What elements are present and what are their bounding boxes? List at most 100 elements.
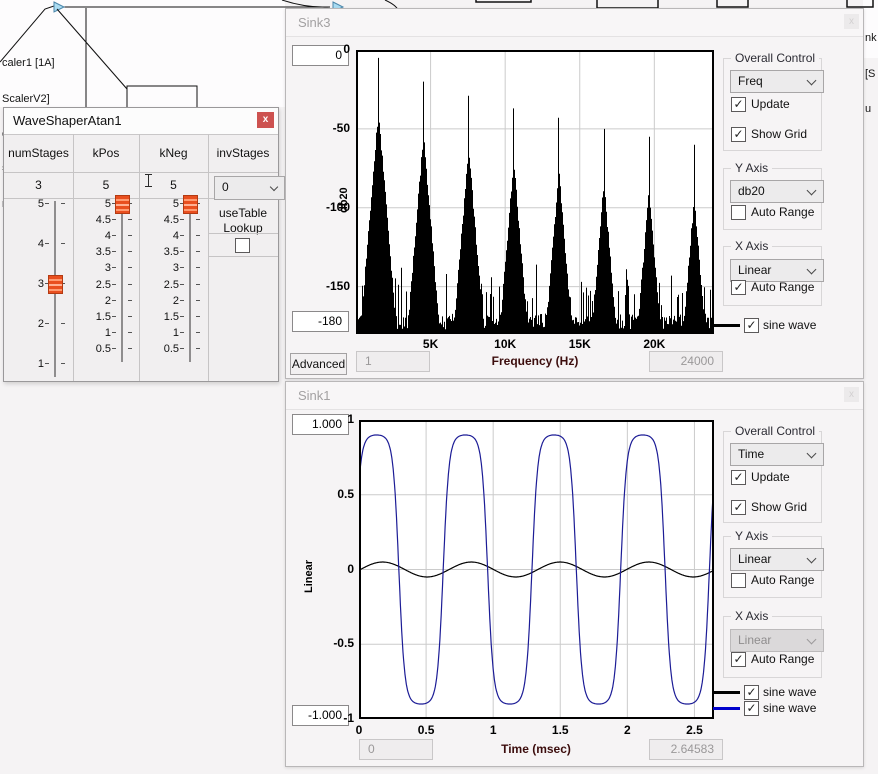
numstages-slider[interactable]: 54321 <box>4 198 73 381</box>
x-max-input[interactable]: 2.64583 <box>649 739 723 760</box>
legend-row: ✓ sine wave <box>713 318 816 332</box>
y-min-input[interactable]: -180 <box>292 311 349 332</box>
update-checkbox[interactable]: ✓ <box>731 470 746 485</box>
slider-tick: 1.5 <box>139 311 208 323</box>
x-auto-range-checkbox[interactable]: ✓ <box>731 652 746 667</box>
checkbox-label: Update <box>751 97 790 111</box>
legend-row: ✓ sine wave <box>713 701 816 715</box>
checkbox-label: Auto Range <box>751 205 814 219</box>
x-max-input[interactable]: 24000 <box>649 351 723 372</box>
y-tick-label: -150 <box>316 279 350 293</box>
chevron-down-icon <box>807 265 817 275</box>
x-tick-label: 0 <box>337 723 381 737</box>
x-axis-mode-dropdown: Linear <box>730 629 824 652</box>
slider-tick: 4 <box>73 230 139 242</box>
y-axis-mode-dropdown[interactable]: db20 <box>730 180 824 203</box>
slider-tick: 1 <box>4 358 73 370</box>
legend-label: sine wave <box>763 685 816 699</box>
slider-tick: 2.5 <box>73 279 139 291</box>
waveshaper-panel: WaveShaperAtan1 x numStages kPos kNeg in… <box>3 107 279 382</box>
waveshaper-body: numStages kPos kNeg invStages 3 5 5 5432… <box>4 134 278 381</box>
module-box <box>597 0 658 8</box>
slider-tick: 3.5 <box>139 246 208 258</box>
slider-tick: 2 <box>73 295 139 307</box>
legend-checkbox[interactable]: ✓ <box>744 318 759 333</box>
x-tick-label: 2.5 <box>672 723 716 737</box>
module-box <box>847 0 873 7</box>
usetable-label: useTableLookup <box>208 206 278 236</box>
window-title: Sink1 <box>298 388 331 403</box>
close-icon[interactable]: x <box>844 14 859 29</box>
slider-tick: 4 <box>139 230 208 242</box>
legend-checkbox[interactable]: ✓ <box>744 701 759 716</box>
checkbox-label: Auto Range <box>751 573 814 587</box>
x-tick-label: 15K <box>558 337 602 351</box>
checkbox-label: Show Grid <box>751 500 807 514</box>
kpos-slider[interactable]: 54.543.532.521.510.5 <box>73 198 139 381</box>
kneg-slider[interactable]: 54.543.532.521.510.5 <box>139 198 208 381</box>
group-label: X Axis <box>731 609 772 623</box>
x-tick-label: 0.5 <box>404 723 448 737</box>
y-tick-label: -100 <box>316 200 350 214</box>
group-label: X Axis <box>731 239 772 253</box>
y-tick-label: -0.5 <box>320 636 354 650</box>
overall-mode-dropdown[interactable]: Time <box>730 443 824 466</box>
overall-mode-dropdown[interactable]: Freq <box>730 70 824 93</box>
column-header: numStages <box>4 134 73 172</box>
x-tick-label: 10K <box>483 337 527 351</box>
y-axis-mode-dropdown[interactable]: Linear <box>730 548 824 571</box>
x-axis-title: Time (msec) <box>416 742 656 756</box>
y-auto-range-checkbox[interactable] <box>731 573 746 588</box>
value-field[interactable]: 3 <box>4 172 73 198</box>
checkbox-label: Auto Range <box>751 280 814 294</box>
legend-line <box>713 707 740 710</box>
legend-row: ✓ sine wave <box>713 685 816 699</box>
slider-tick: 3 <box>139 262 208 274</box>
update-checkbox[interactable]: ✓ <box>731 97 746 112</box>
close-icon[interactable]: x <box>257 112 274 128</box>
dropdown-value: Freq <box>738 74 763 88</box>
y-tick-label: -50 <box>316 121 350 135</box>
x-axis-group: X Axis Linear ✓ Auto Range <box>723 246 822 306</box>
slider-tick: 0.5 <box>139 343 208 355</box>
waveshaper-titlebar[interactable]: WaveShaperAtan1 <box>4 108 278 135</box>
group-label: Overall Control <box>731 51 819 65</box>
close-icon[interactable]: x <box>844 387 859 402</box>
invstages-dropdown[interactable]: 0 <box>214 176 285 200</box>
y-axis-group: Y Axis db20 Auto Range <box>723 168 822 230</box>
checkbox-label: Auto Range <box>751 652 814 666</box>
sink3-window: Sink3 x 0 db20 -180 Advanced 1 Frequency… <box>285 8 864 379</box>
module-info-text-right: nk [S u <box>865 10 877 139</box>
chevron-down-icon <box>807 554 817 564</box>
y-axis-title: Linear <box>303 549 315 593</box>
show-grid-checkbox[interactable]: ✓ <box>731 127 746 142</box>
slider-handle[interactable] <box>48 275 63 294</box>
dropdown-value: Linear <box>738 633 771 647</box>
spectrum-plot[interactable] <box>356 50 714 334</box>
y-tick-label: 1 <box>320 412 354 426</box>
slider-tick: 3.5 <box>73 246 139 258</box>
legend-checkbox[interactable]: ✓ <box>744 685 759 700</box>
slider-tick: 0.5 <box>73 343 139 355</box>
chevron-down-icon <box>270 183 278 191</box>
y-auto-range-checkbox[interactable] <box>731 205 746 220</box>
synthedit-canvas: caler1 [1A] ScalerV2] ory usage: 17 = -2… <box>0 0 878 774</box>
slider-tick: 1 <box>139 327 208 339</box>
x-auto-range-checkbox[interactable]: ✓ <box>731 280 746 295</box>
x-tick-label: 5K <box>409 337 453 351</box>
legend-line <box>713 324 740 327</box>
slider-handle[interactable] <box>115 195 130 214</box>
advanced-button[interactable]: Advanced <box>290 353 347 375</box>
column-header: kNeg <box>139 134 208 172</box>
slider-tick: 4 <box>4 238 73 250</box>
slider-handle[interactable] <box>183 195 198 214</box>
usetable-checkbox[interactable] <box>235 238 250 253</box>
sink3-titlebar[interactable]: Sink3 x <box>286 9 863 37</box>
group-label: Y Axis <box>731 529 772 543</box>
sink1-titlebar[interactable]: Sink1 x <box>286 382 863 410</box>
show-grid-checkbox[interactable]: ✓ <box>731 500 746 515</box>
x-axis-group: X Axis Linear ✓ Auto Range <box>723 616 822 678</box>
waveform-plot[interactable] <box>359 420 714 719</box>
text-cursor-icon <box>145 174 152 187</box>
checkbox-label: Show Grid <box>751 127 807 141</box>
